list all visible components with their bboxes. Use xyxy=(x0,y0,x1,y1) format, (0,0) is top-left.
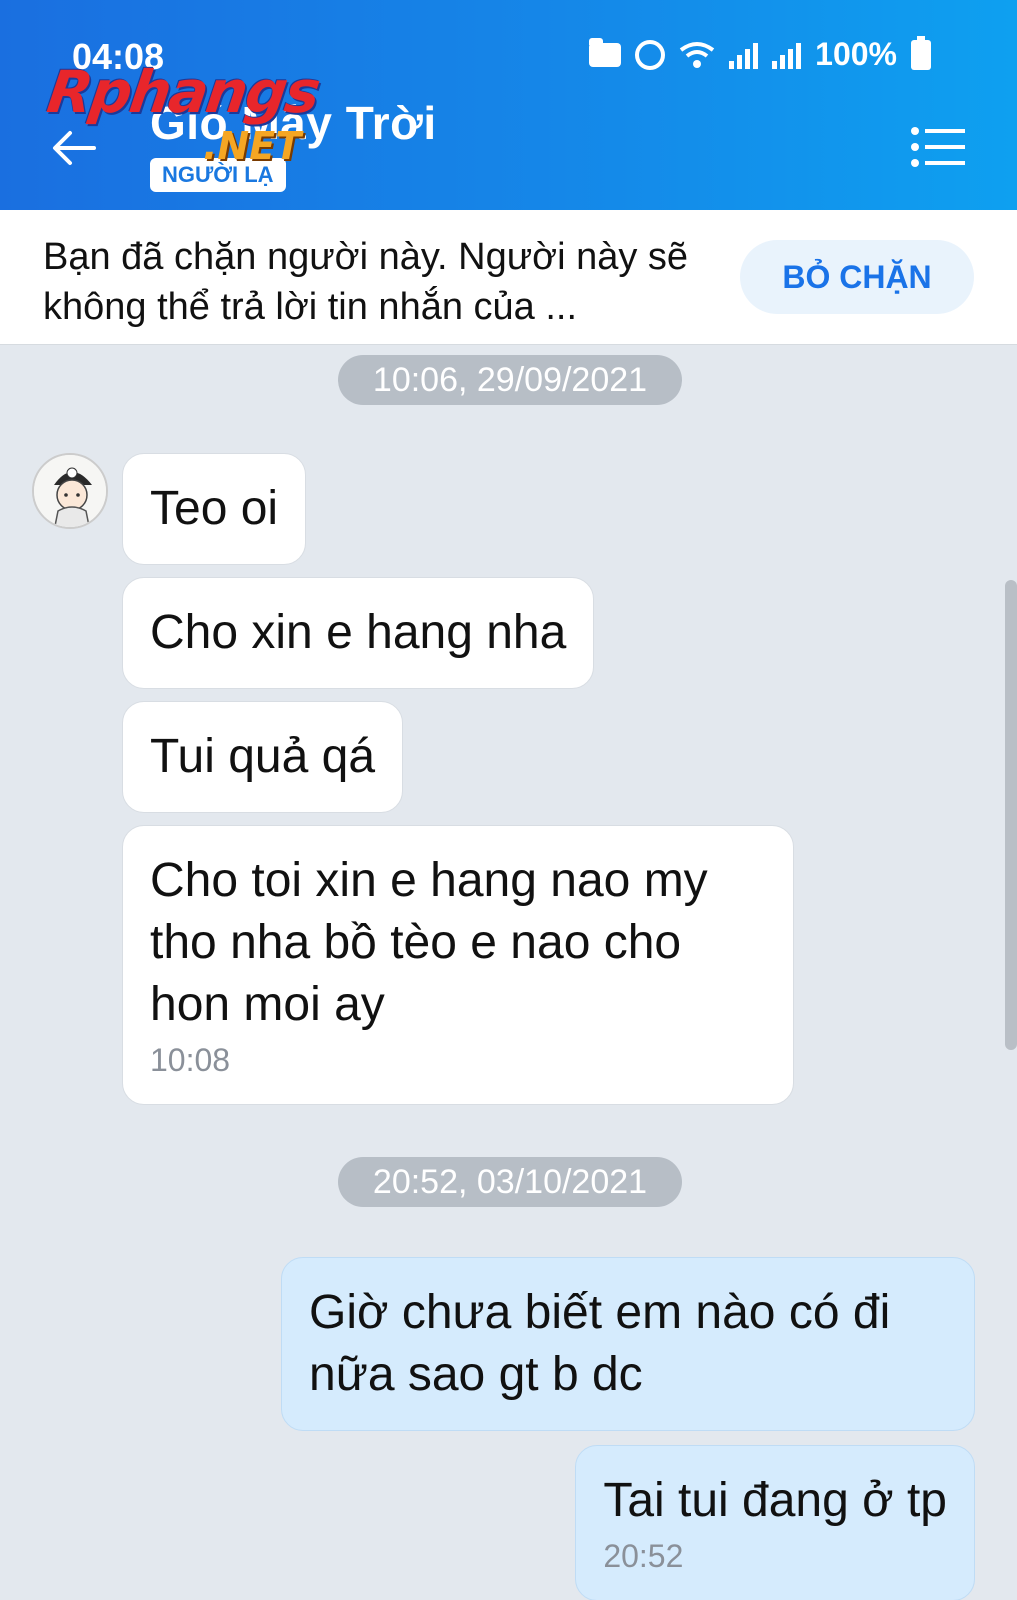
watermark: Rphangs .NET xyxy=(43,58,323,168)
message-text: Cho xin e hang nha xyxy=(150,606,567,659)
folder-icon xyxy=(589,37,622,67)
block-notice-text: Bạn đã chặn người này. Người này sẽ khôn… xyxy=(43,236,689,328)
message-text: Tai tui đang ở tp xyxy=(603,1474,947,1527)
avatar[interactable] xyxy=(32,453,108,529)
avatar-illustration-icon xyxy=(34,455,106,527)
message-bubble-outgoing[interactable]: Tai tui đang ở tp 20:52 xyxy=(575,1445,975,1600)
message-text: Teo oi xyxy=(150,482,279,535)
message-text: Cho toi xin e hang nao my tho nha bồ tèo… xyxy=(150,854,708,1031)
time-separator: 10:06, 29/09/2021 xyxy=(338,355,682,405)
signal-icon-2 xyxy=(772,41,802,69)
watermark-main: Rphangs xyxy=(43,58,323,126)
alarm-icon xyxy=(635,39,666,70)
time-separator: 20:52, 03/10/2021 xyxy=(338,1157,682,1207)
message-text: Tui quả qá xyxy=(150,730,376,783)
message-text: Giờ chưa biết em nào có đi nữa sao gt b … xyxy=(309,1286,891,1401)
message-time: 10:08 xyxy=(150,1042,231,1078)
unblock-button[interactable]: BỎ CHẶN xyxy=(740,240,974,314)
chat-header: 04:08 100% Gió Mây Trời NGƯỜI LẠ Rphangs… xyxy=(0,0,1017,210)
menu-icon[interactable] xyxy=(911,126,967,168)
signal-icon xyxy=(729,41,759,69)
message-bubble-incoming[interactable]: Cho toi xin e hang nao my tho nha bồ tèo… xyxy=(122,825,794,1105)
status-icons: 100% xyxy=(589,35,931,73)
scrollbar[interactable] xyxy=(1005,580,1017,1050)
message-bubble-incoming[interactable]: Teo oi xyxy=(122,453,307,565)
message-bubble-incoming[interactable]: Tui quả qá xyxy=(122,701,404,813)
message-bubble-incoming[interactable]: Cho xin e hang nha xyxy=(122,577,595,689)
battery-percent: 100% xyxy=(815,36,897,72)
arrow-left-icon[interactable] xyxy=(50,124,98,172)
battery-icon xyxy=(911,35,931,70)
wifi-icon xyxy=(679,41,715,68)
chat-area[interactable]: 10:06, 29/09/2021 Teo oi Cho xin e hang … xyxy=(0,345,1017,1600)
message-bubble-outgoing[interactable]: Giờ chưa biết em nào có đi nữa sao gt b … xyxy=(281,1257,975,1431)
message-time: 20:52 xyxy=(603,1538,684,1574)
block-banner: Bạn đã chặn người này. Người này sẽ khôn… xyxy=(0,210,1017,345)
watermark-sub: .NET xyxy=(203,124,302,168)
